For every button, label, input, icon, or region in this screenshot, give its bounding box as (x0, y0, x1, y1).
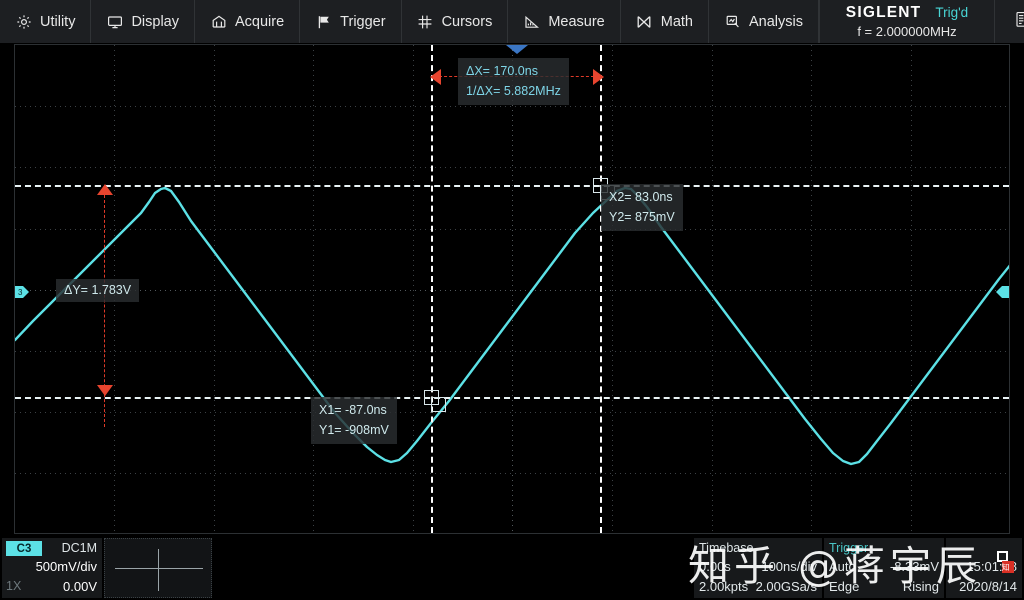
timebase-panel[interactable]: Timebase 0.00s 100ns/div 2.00kpts 2.00GS… (694, 538, 822, 598)
preview-crosshair-horizontal (115, 568, 203, 569)
clock-date: 2020/8/14 (959, 579, 1017, 594)
channel-ground-marker-left[interactable]: 3 (14, 283, 30, 301)
menu-item-math[interactable]: Math (621, 0, 709, 43)
timebase-title: Timebase (699, 541, 754, 555)
waveform-trace (15, 186, 1009, 466)
math-icon (636, 13, 653, 30)
trigger-mode: Auto (829, 559, 856, 574)
trigger-panel[interactable]: Trigger Auto -8.33mV Edge Rising (824, 538, 944, 598)
delta-y-arrow-down (97, 385, 113, 396)
timebase-delay: 0.00s (699, 559, 731, 574)
cursor-handle-x1y1-alt[interactable] (431, 397, 446, 412)
menu-item-display[interactable]: Display (91, 0, 195, 43)
delta-y-value: ΔY= 1.783V (64, 283, 132, 297)
readout-delta-y: ΔY= 1.783V (56, 279, 140, 302)
trigger-slope: Rising (902, 579, 939, 594)
ruler-icon (523, 13, 540, 30)
menu-item-cursors[interactable]: Cursors (402, 0, 509, 43)
menu-item-measure[interactable]: Measure (508, 0, 621, 43)
magnifier-icon (724, 13, 741, 30)
inv-delta-x-value: 1/ΔX= 5.882MHz (466, 84, 561, 98)
channel-volts-per-div: 500mV/div (35, 559, 97, 574)
clock-panel: 15:01:48 2020/8/14 (946, 538, 1022, 598)
clock-time: 15:01:48 (966, 559, 1017, 574)
delta-x-value: ΔX= 170.0ns (466, 64, 538, 78)
menu-label: Trigger (340, 13, 386, 30)
delta-y-arrow-up (97, 184, 113, 195)
timebase-sample-rate: 2.00GSa/s (755, 579, 817, 594)
oscilloscope-screen: Utility Display Acquire Trigger Cursors … (0, 0, 1024, 600)
readout-delta-x: ΔX= 170.0ns 1/ΔX= 5.882MHz (458, 58, 569, 105)
trigger-status-badge: Trig'd (935, 5, 969, 20)
channel-offset: 0.00V (63, 579, 97, 594)
channel-panel[interactable]: C3 DC1M 500mV/div 1X 0.00V (2, 538, 102, 598)
menu-label: Math (660, 13, 693, 30)
menu-label: Acquire (235, 13, 285, 30)
mode-indicator[interactable]: CURSORS (995, 0, 1024, 43)
crosshair-grid-icon (417, 13, 434, 30)
list-icon (1013, 11, 1024, 32)
menu-label: Measure (548, 13, 605, 30)
menu-item-trigger[interactable]: Trigger (300, 0, 402, 43)
cursor-y1-line[interactable] (15, 397, 1009, 399)
menu-item-utility[interactable]: Utility (0, 0, 92, 43)
trigger-type: Edge (829, 579, 860, 594)
bottom-status-bar: C3 DC1M 500mV/div 1X 0.00V Timebase 0.00… (0, 535, 1024, 600)
trigger-title: Trigger (829, 541, 869, 555)
trigger-position-marker[interactable] (506, 45, 528, 54)
menu-item-analysis[interactable]: Analysis (709, 0, 819, 43)
delta-x-arrow-left (430, 69, 441, 85)
menu-label: Display (131, 13, 179, 30)
trigger-level: -8.33mV (889, 559, 939, 574)
gear-icon (15, 13, 32, 30)
readout-cursor-2: X2= 83.0ns Y2= 875mV (601, 184, 683, 231)
top-menu-bar: Utility Display Acquire Trigger Cursors … (0, 0, 1024, 44)
menu-label: Cursors (441, 13, 493, 30)
menu-label: Utility (40, 13, 76, 30)
menu-item-acquire[interactable]: Acquire (195, 0, 301, 43)
svg-text:3: 3 (18, 288, 23, 297)
cursor-x2-line[interactable] (600, 45, 602, 533)
brand-status-block: SIGLENT Trig'd f = 2.000000MHz (819, 0, 995, 43)
delta-x-arrow-right (593, 69, 604, 85)
channel-probe-ratio: 1X (6, 579, 22, 593)
y2-value: Y2= 875mV (609, 210, 675, 224)
cursor-y2-line[interactable] (15, 185, 1009, 187)
siglent-logo: SIGLENT (845, 4, 922, 21)
flag-icon (315, 13, 332, 30)
x2-value: X2= 83.0ns (609, 190, 673, 204)
frequency-readout: f = 2.000000MHz (857, 24, 957, 39)
acquire-icon (210, 13, 227, 30)
x1-value: X1= -87.0ns (319, 403, 387, 417)
channel-badge[interactable]: C3 (6, 541, 42, 556)
y1-value: Y1= -908mV (319, 423, 389, 437)
cursor-x1-line[interactable] (431, 45, 433, 533)
readout-cursor-1: X1= -87.0ns Y1= -908mV (311, 397, 397, 444)
channel-coupling: DC1M (61, 541, 97, 555)
menu-label: Analysis (749, 13, 803, 30)
waveform-grid[interactable]: 3 ΔX= 170.0ns 1/ΔX= 5.882MHz ΔY= 1.783V … (14, 44, 1010, 534)
timebase-scale: 100ns/div (761, 559, 817, 574)
timebase-points: 2.00kpts (699, 579, 749, 594)
channel-ground-marker-right[interactable] (995, 283, 1010, 301)
channel-preview-thumbnail[interactable] (104, 538, 212, 598)
monitor-icon (106, 13, 123, 30)
preview-crosshair-vertical (158, 549, 159, 591)
